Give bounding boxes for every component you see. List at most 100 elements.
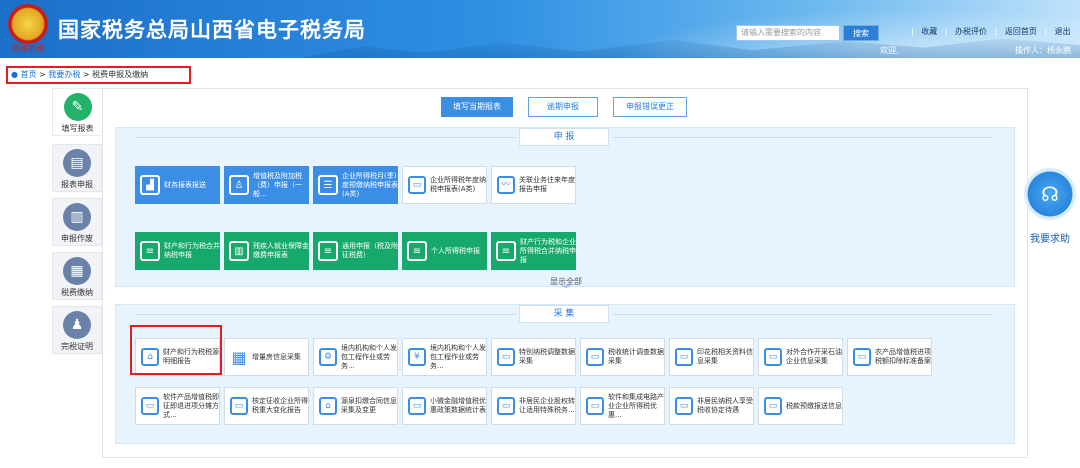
nav-item-tax-payment[interactable]: ▦ 税费缴纳 [52, 252, 102, 300]
nav-item-tax-certificate[interactable]: ♟ 完税证明 [52, 306, 102, 354]
tile-label: 软件产品增值税即征即退进项分摊方式... [163, 392, 219, 419]
tile-cit-quarterly[interactable]: ☰ 企业所得税月(季)度预缴纳税申报表(A类) [313, 166, 398, 204]
tile-label: 税款预缴报送信息 [786, 401, 842, 410]
divider [613, 314, 993, 315]
main-panel: 填写当期报表 逾期申报 申报错误更正 申 报 ▟ 财务报表报送 ♙ 增值税及附加税（… [102, 88, 1028, 458]
tile-property-behavior-tax[interactable]: ≡ 财产和行为税合并纳税申报 [135, 232, 220, 270]
link-separator: | [1044, 27, 1048, 36]
page: 国税地税 国家税务总局山西省电子税务局 请输入需要搜索的内容 搜索 | 收藏 |… [0, 0, 1080, 468]
tile-agri-vat[interactable]: ▭ 农产品增值税进项税额扣除标准备案 [847, 338, 932, 376]
link-separator: | [944, 27, 948, 36]
monitor-icon: ▭ [853, 348, 871, 366]
tile-label: 境内机构和个人发包工程作业或劳务... [430, 343, 486, 370]
tile-label: 源泉扣缴合同信息采集及变更 [341, 397, 397, 414]
tile-general-declare[interactable]: ≡ 通用申报（税及附征税费） [313, 232, 398, 270]
tile-special-adjust[interactable]: ▭ 特别纳税调整数据采集 [491, 338, 576, 376]
tile-nonresident-treaty[interactable]: ▭ 非居民纳税人享受税收协定待遇 [669, 387, 754, 425]
tile-label: 境内机构和个人发包工程作业或劳务... [341, 343, 397, 370]
headset-support-icon: ☊ [1024, 168, 1076, 220]
favorite-link[interactable]: 收藏 [921, 27, 937, 36]
back-home-link[interactable]: 返回首页 [1005, 27, 1037, 36]
operator-name: 操作人：杨永鹏 [1015, 46, 1071, 55]
tile-withholding-contract[interactable]: ⌂ 源泉扣缴合同信息采集及变更 [313, 387, 398, 425]
monitor-icon: ▭ [141, 397, 159, 415]
monitor-icon: ▭ [675, 348, 693, 366]
tile-offshore-oil[interactable]: ▭ 对外合作开采石油企业信息采集 [758, 338, 843, 376]
tile-domestic-contract-2[interactable]: ¥ 境内机构和个人发包工程作业或劳务... [402, 338, 487, 376]
certificate-icon: ♟ [63, 311, 91, 339]
tile-label: 企业所得税月(季)度预缴纳税申报表(A类) [342, 171, 398, 198]
tile-label: 残疾人就业保障金缴费申报表 [253, 242, 309, 259]
breadcrumb-separator: > [39, 70, 46, 79]
search-input[interactable]: 请输入需要搜索的内容 [736, 25, 840, 41]
tile-label: 财务报表报送 [164, 180, 206, 189]
chart-icon: ▟ [140, 175, 160, 195]
divider [136, 137, 516, 138]
monitor-icon: ▭ [230, 397, 248, 415]
welcome-text: 欢迎, [880, 46, 899, 55]
highlight-box [130, 325, 222, 375]
payment-icon: ▦ [63, 257, 91, 285]
tile-label: 核定征收企业所得税重大变化报告 [252, 397, 308, 414]
doc-icon: ≡ [407, 241, 427, 261]
monitor-icon: ▭ [764, 348, 782, 366]
tile-software-vat[interactable]: ▭ 软件产品增值税即征即退进项分摊方式... [135, 387, 220, 425]
tile-label: 财产和行为税合并纳税申报 [164, 242, 220, 259]
tile-domestic-contract-1[interactable]: ⚙ 境内机构和个人发包工程作业或劳务... [313, 338, 398, 376]
tile-incremental-house[interactable]: ▦ 增量房信息采集 [224, 338, 309, 376]
location-pin-icon: ● [11, 70, 18, 79]
tile-vat-declare[interactable]: ♙ 增值税及附加税（费）申报（一般... [224, 166, 309, 204]
top-links: | 收藏 | 办税评价 | 返回首页 | 退出 [910, 26, 1075, 37]
tile-label: 非居民企业股权转让适用特殊税务... [519, 397, 575, 414]
monitor-icon: ▭ [408, 397, 426, 415]
tile-financial-report[interactable]: ▟ 财务报表报送 [135, 166, 220, 204]
monitor-icon: ▭ [408, 176, 426, 194]
show-all-button[interactable]: 显示全部 ︾ [116, 276, 1016, 295]
tile-label: 税收统计调查数据采集 [608, 348, 664, 365]
tile-micro-finance[interactable]: ▭ 小微金融增值税优惠政策数据统计表 [402, 387, 487, 425]
nav-item-cancel-declare[interactable]: ▥ 申报作废 [52, 198, 102, 246]
emblem-caption: 国税地税 [12, 44, 44, 53]
doc-cog-icon: ⚙ [319, 348, 337, 366]
tab-fill-current[interactable]: 填写当期报表 [441, 97, 513, 117]
tab-correction[interactable]: 申报错误更正 [613, 97, 687, 117]
tile-prepayment-info[interactable]: ▭ 税款预缴报送信息 [758, 387, 843, 425]
help-widget[interactable]: ☊ 我要求助 [1020, 168, 1080, 245]
breadcrumb-home[interactable]: 首页 [21, 70, 37, 79]
divider [613, 137, 993, 138]
tile-nonresident-equity[interactable]: ▭ 非居民企业股权转让适用特殊税务... [491, 387, 576, 425]
tile-label: 对外合作开采石油企业信息采集 [786, 348, 842, 365]
pencil-icon: ✎ [63, 93, 92, 121]
tile-related-business[interactable]: 〰关联业务往来年度报告申报 [491, 166, 576, 204]
breadcrumb-level1[interactable]: 我要办税 [48, 70, 80, 79]
declare-section-title: 申 报 [519, 128, 609, 146]
collect-section-title: 采 集 [519, 305, 609, 323]
user-doc-icon: ♙ [229, 175, 249, 195]
report-icon: ▤ [63, 149, 91, 177]
breadcrumb-current: 税费申报及缴纳 [92, 70, 149, 79]
rate-service-link[interactable]: 办税评价 [955, 27, 987, 36]
tile-stamp-tax[interactable]: ▭ 印花税相关资料信息采集 [669, 338, 754, 376]
tile-approved-cit[interactable]: ▭ 核定征收企业所得税重大变化报告 [224, 387, 309, 425]
tile-label: 增量房信息采集 [252, 352, 301, 361]
search-button[interactable]: 搜索 [843, 25, 879, 41]
nav-item-label: 税费缴纳 [61, 288, 93, 297]
monitor-icon: ▭ [497, 397, 515, 415]
tile-disability-fund[interactable]: ▥ 残疾人就业保障金缴费申报表 [224, 232, 309, 270]
tile-combined-declare[interactable]: ≡ 财产行为税和企业所得税合并纳税申报 [491, 232, 576, 270]
cancel-report-icon: ▥ [63, 203, 91, 231]
monitor-icon: ▭ [586, 348, 604, 366]
monitor-icon: ▭ [497, 348, 515, 366]
tile-cit-annual[interactable]: ▭ 企业所得税年度纳税申报表(A类) [402, 166, 487, 204]
books-icon: ▥ [229, 241, 249, 261]
nav-item-report-declare[interactable]: ▤ 报表申报 [52, 144, 102, 192]
tile-label: 企业所得税年度纳税申报表(A类) [430, 176, 486, 193]
tab-overdue[interactable]: 逾期申报 [528, 97, 598, 117]
tile-software-ic-cit[interactable]: ▭ 软件和集成电路产业企业所得税优惠... [580, 387, 665, 425]
tile-tax-statistics[interactable]: ▭ 税收统计调查数据采集 [580, 338, 665, 376]
nav-item-fill-report[interactable]: ✎ 填写报表 [52, 88, 102, 136]
tile-label: 关联业务往来年度报告申报 [519, 176, 575, 193]
monitor-icon: ▭ [586, 397, 604, 415]
logout-link[interactable]: 退出 [1055, 27, 1071, 36]
tile-iit-declare[interactable]: ≡ 个人所得税申报 [402, 232, 487, 270]
